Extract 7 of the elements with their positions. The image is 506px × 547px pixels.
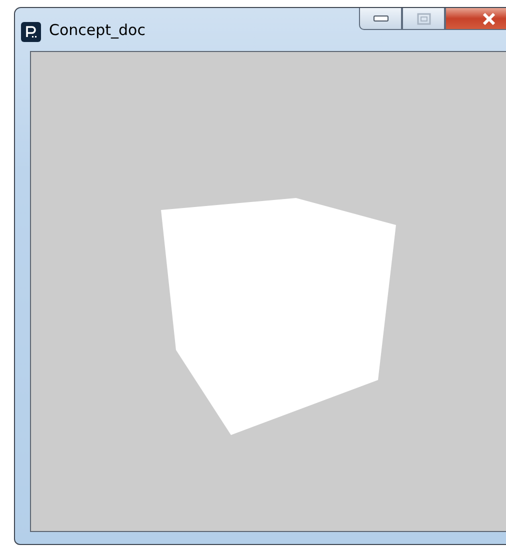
maximize-button[interactable] (402, 8, 445, 30)
app-icon (21, 22, 41, 42)
minimize-button[interactable] (359, 8, 402, 30)
minimize-icon (372, 14, 388, 22)
maximize-icon (416, 12, 430, 24)
window-title: Concept_doc (49, 21, 146, 39)
close-icon (481, 12, 497, 24)
